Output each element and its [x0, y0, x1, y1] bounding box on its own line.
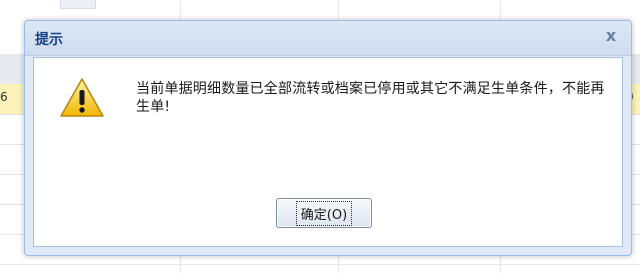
dialog-title: 提示	[35, 32, 63, 48]
ok-button[interactable]: 确定(O)	[276, 198, 372, 228]
background-cell-left: 6	[0, 90, 8, 104]
grid-line	[0, 264, 640, 265]
alert-dialog: 提示 x 当前单据明细数量已全部流转或档案已停用或其它不满足生单条件，不能再生单…	[24, 20, 632, 256]
close-icon[interactable]: x	[601, 26, 621, 46]
background-tab	[60, 0, 96, 9]
ok-button-label: 确定(O)	[295, 200, 353, 226]
dialog-titlebar[interactable]: 提示 x	[25, 21, 631, 56]
dialog-body: 当前单据明细数量已全部流转或档案已停用或其它不满足生单条件，不能再生单! 确定(…	[33, 57, 623, 247]
dialog-message: 当前单据明细数量已全部流转或档案已停用或其它不满足生单条件，不能再生单!	[136, 81, 605, 115]
warning-icon	[60, 78, 104, 117]
